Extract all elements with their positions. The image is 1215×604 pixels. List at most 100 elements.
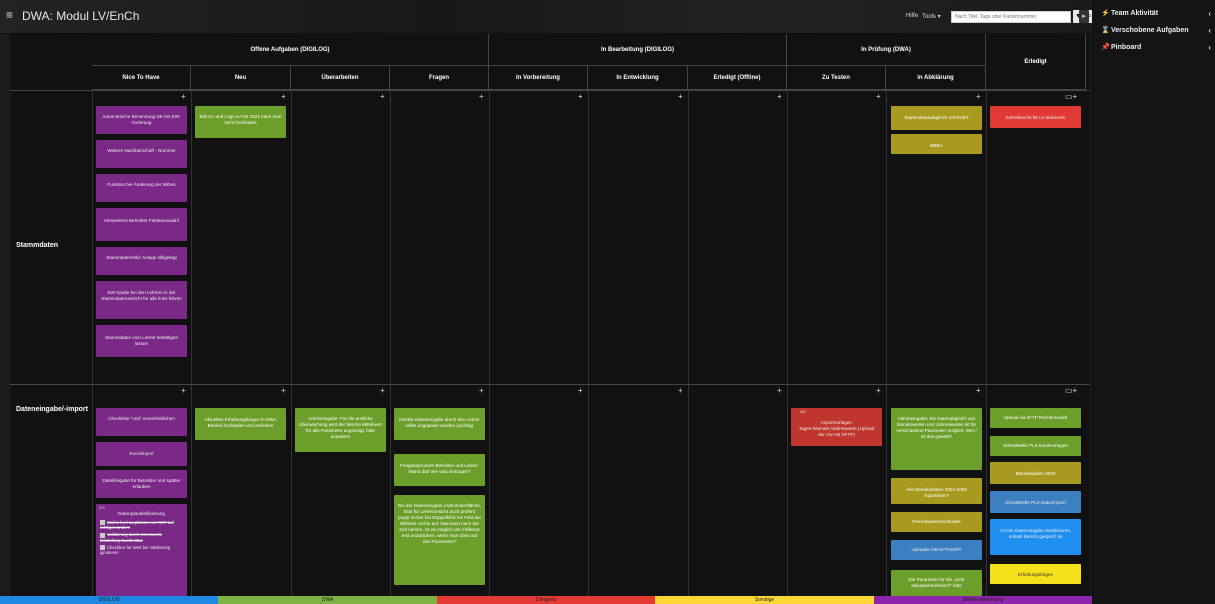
card[interactable]: Funktion bei Änderung der Wibes	[96, 174, 187, 202]
add-card-icon[interactable]: +	[380, 92, 385, 101]
legend-item-digilog[interactable]: DIGILOG	[0, 596, 219, 604]
card[interactable]: Dateifreigabe für Betreiber und spätter …	[96, 470, 187, 498]
add-card-icon[interactable]: +	[678, 386, 683, 395]
checklist-item[interactable]: Checkbox für Wert bei Validierung ignori…	[100, 545, 183, 555]
card[interactable]: Bild KA und Logo KA für 2021 kann man ni…	[195, 106, 286, 138]
card[interactable]: Hinweistext Betreiber Felderauswahl	[96, 208, 187, 241]
card[interactable]: Checkliste "und" vereinheitlichen	[96, 408, 187, 436]
card[interactable]: Bei der Dateneingabe (Adminoberfläche, b…	[394, 495, 485, 585]
right-sidebar: ▸ ⚡ Team Aktivität ‹ ⌛ Verschobene Aufga…	[1079, 0, 1215, 604]
add-card-icon[interactable]: +	[281, 386, 286, 395]
card-title: Datenplausibilisierung	[118, 512, 165, 517]
add-card-icon[interactable]: +	[181, 386, 186, 395]
card[interactable]: Upload via sFTP Rechtemodell	[990, 408, 1081, 428]
divider	[291, 90, 292, 596]
add-card-icon[interactable]: +	[380, 386, 385, 395]
card[interactable]: Stammdatenfeld: Anlage stillgelegt	[96, 247, 187, 275]
divider	[10, 90, 1090, 91]
search-input[interactable]	[951, 11, 1071, 23]
lightning-icon: ⚡	[1101, 10, 1110, 17]
column-header: in Abklärung	[886, 66, 986, 90]
add-card-icon[interactable]: +	[976, 386, 981, 395]
divider	[688, 90, 689, 596]
legend-item-sonstige[interactable]: Sonstige	[655, 596, 874, 604]
card[interactable]: Schnittstelle PLS Datenimport	[990, 491, 1081, 513]
column-header: Überarbeiten	[291, 66, 390, 90]
column-header: Zu Testen	[787, 66, 886, 90]
chevron-left-icon[interactable]: ‹	[1208, 43, 1211, 52]
card[interactable]: Freigabeprozess Betreiber und Lehrer: Wa…	[394, 454, 485, 486]
legend-bar: DIGILOG DWA Dringend Sonstige Weiterentw…	[0, 596, 1093, 604]
add-card-icon[interactable]: +	[181, 92, 186, 101]
card[interactable]: Schnittstelle PLS Excelvorlagen	[990, 436, 1081, 456]
divider	[886, 90, 887, 596]
legend-item-dringend[interactable]: Dringend	[436, 596, 656, 604]
checklist-item[interactable]: Validierung durch Grenzwerte Einstellung…	[100, 532, 183, 543]
add-card-icon[interactable]: +	[876, 92, 881, 101]
card[interactable]: Uploader DEAKTIVIERT	[891, 540, 982, 560]
folder-icon[interactable]: ▭+	[1065, 386, 1077, 395]
divider	[986, 90, 987, 596]
divider	[489, 90, 490, 596]
card-checklist[interactable]: 2/3 Datenplausibilisierung Stufen bei Ha…	[96, 504, 187, 596]
legend-item-dwa[interactable]: DWA	[218, 596, 437, 604]
checklist-item[interactable]: Stufen bei Hauptkarten ver ROT auf richt…	[100, 520, 183, 530]
divider	[10, 384, 1090, 385]
card[interactable]: EW-Spalte bei den Lehrern in der Stammda…	[96, 281, 187, 319]
menu-icon[interactable]: ≡	[6, 8, 13, 22]
help-link[interactable]: Hilfe	[906, 13, 918, 19]
card[interactable]: Schreibrecht für LV aktivieren	[990, 106, 1081, 128]
legend-item-weiterentwicklung[interactable]: Weiterentwicklung	[873, 596, 1093, 604]
card[interactable]: BBBA	[891, 134, 982, 154]
card[interactable]: Admineingabe: Für die amtliche Überwachu…	[295, 408, 386, 452]
group-header-in-progress: In Bearbeitung (DIGILOG)	[489, 34, 787, 66]
add-card-icon[interactable]: +	[876, 386, 881, 395]
add-card-icon[interactable]: +	[777, 386, 782, 395]
add-card-icon[interactable]: +	[578, 92, 583, 101]
chevron-left-icon[interactable]: ‹	[1208, 9, 1211, 18]
column-header: Nice To Have	[92, 66, 191, 90]
sidebar-toggle-icon[interactable]: ▸	[1079, 10, 1089, 23]
add-card-icon[interactable]: +	[479, 92, 484, 101]
sidebar-item-pinboard[interactable]: 📌 Pinboard ‹	[1101, 43, 1213, 55]
card[interactable]: Fremdwassermethoden	[891, 512, 982, 532]
add-card-icon[interactable]: +	[678, 92, 683, 101]
add-card-icon[interactable]: +	[479, 386, 484, 395]
card[interactable]: Art der Dateneingabe deaktivieren, sobal…	[990, 519, 1081, 555]
card[interactable]: Direkte Dateneingabe durch den Lehrer so…	[394, 408, 485, 440]
card[interactable]: Weitere Nachbarschaft - Nummer	[96, 140, 187, 168]
column-header: In Entwicklung	[588, 66, 688, 90]
card[interactable]: Die Parameter für die „nicht abwassertec…	[891, 570, 982, 596]
group-header-open: Offene Aufgaben (DIGILOG)	[92, 34, 489, 66]
column-header-done: Erledigt	[986, 34, 1086, 90]
add-card-icon[interactable]: +	[976, 92, 981, 101]
card-meta: 145	[799, 409, 806, 414]
divider	[191, 90, 192, 596]
card[interactable]: Aktuellen Erhebungsbogen in DWA Betrieb …	[195, 408, 286, 440]
card[interactable]: Excelimport	[96, 442, 187, 466]
add-card-icon[interactable]: +	[281, 92, 286, 101]
divider	[390, 90, 391, 596]
kanban-app: ≡ DWA: Modul LV/EnCh Hilfe Tools ▾ ▼ ⌕ ▸…	[0, 0, 1215, 604]
card[interactable]: Erhebungsbögen	[990, 564, 1081, 584]
add-card-icon[interactable]: +	[578, 386, 583, 395]
card[interactable]: 145 Importvorlagen Tages-/Monats-/Jahres…	[791, 408, 882, 446]
card[interactable]: Stammdatenabgleich mit RUBT	[891, 106, 982, 130]
divider	[92, 90, 93, 596]
board-title: DWA: Modul LV/EnCh	[22, 9, 140, 23]
card[interactable]: Admineingabe: Ein Datenabgleich aus Mona…	[891, 408, 982, 470]
card[interactable]: Automatische Benennung GK bei EW-Änderun…	[96, 106, 187, 134]
divider	[588, 90, 589, 596]
sidebar-item-team-activity[interactable]: ⚡ Team Aktivität ‹	[1101, 9, 1213, 21]
card[interactable]: Betriebsdaten 2020	[990, 462, 1081, 484]
card[interactable]: Stammdaten vom Lehrer bestätigen lassen	[96, 325, 187, 357]
column-header: Neu	[191, 66, 291, 90]
chevron-left-icon[interactable]: ‹	[1208, 26, 1211, 35]
folder-icon[interactable]: ▭+	[1065, 92, 1077, 101]
tools-menu[interactable]: Tools ▾	[922, 13, 941, 20]
top-bar: ≡ DWA: Modul LV/EnCh Hilfe Tools ▾ ▼ ⌕	[0, 0, 1094, 34]
sidebar-item-deferred-tasks[interactable]: ⌛ Verschobene Aufgaben ‹	[1101, 26, 1213, 38]
group-header-review: In Prüfung (DWA)	[787, 34, 986, 66]
add-card-icon[interactable]: +	[777, 92, 782, 101]
card[interactable]: Alle Betriebsdaten 2004-2009 importieren…	[891, 478, 982, 504]
